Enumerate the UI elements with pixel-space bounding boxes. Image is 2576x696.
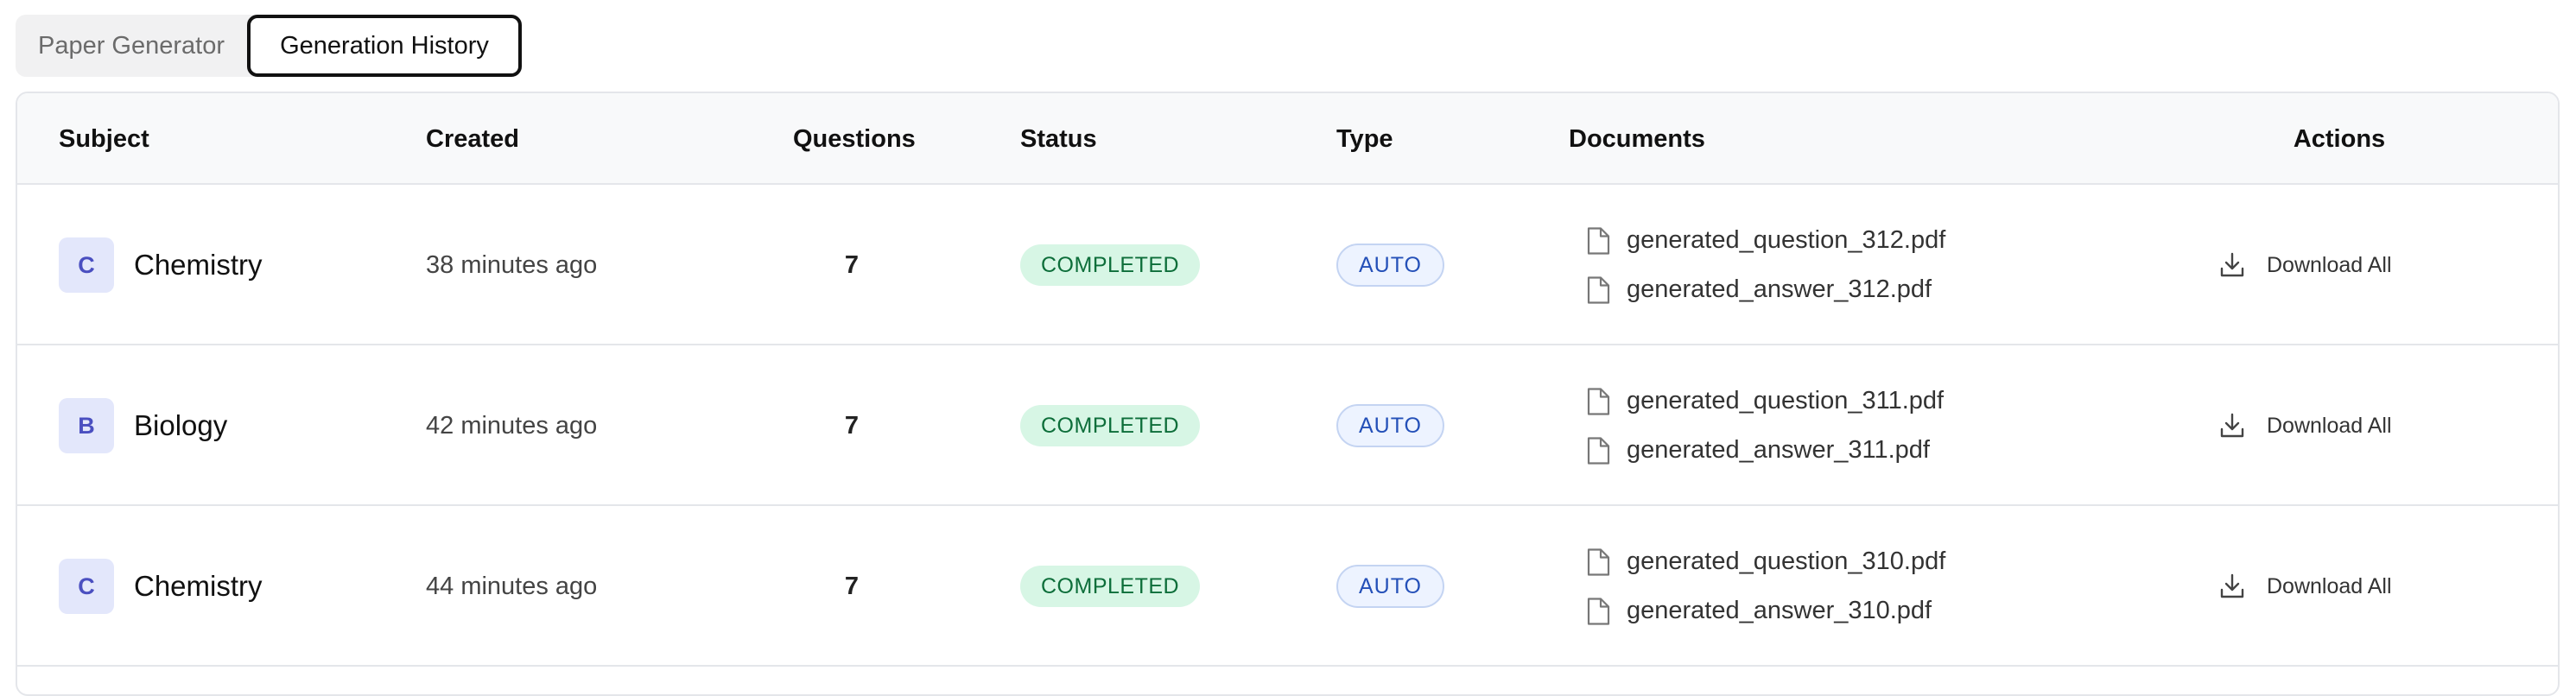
table-header: Subject Created Questions Status Type Do…	[17, 93, 2558, 185]
column-header-created: Created	[426, 124, 519, 153]
document-link[interactable]: generated_answer_310.pdf	[1586, 597, 1945, 625]
subject-cell: B Biology	[59, 345, 227, 506]
file-icon	[1586, 275, 1610, 304]
document-name: generated_answer_312.pdf	[1627, 275, 1932, 303]
subject-name: Chemistry	[134, 570, 263, 602]
type-badge: AUTO	[1336, 244, 1444, 287]
generation-history-table: Subject Created Questions Status Type Do…	[16, 92, 2560, 696]
status-cell: COMPLETED	[1020, 185, 1201, 345]
document-name: generated_answer_311.pdf	[1627, 436, 1930, 464]
documents-cell: generated_question_312.pdf generated_ans…	[1586, 185, 1945, 345]
status-cell: COMPLETED	[1020, 345, 1201, 506]
created-time: 42 minutes ago	[426, 411, 598, 440]
document-link[interactable]: generated_answer_312.pdf	[1586, 275, 1945, 304]
document-link[interactable]: generated_question_312.pdf	[1586, 226, 1945, 255]
download-all-label: Download All	[2267, 573, 2392, 598]
question-count: 7	[844, 250, 860, 279]
document-name: generated_answer_310.pdf	[1627, 597, 1932, 624]
question-count: 7	[844, 572, 860, 600]
document-name: generated_question_311.pdf	[1627, 387, 1945, 414]
type-cell: AUTO	[1336, 506, 1444, 667]
file-icon	[1586, 597, 1610, 625]
table-row: C Chemistry 44 minutes ago 7 COMPLETED A…	[17, 506, 2558, 667]
file-icon	[1586, 387, 1610, 415]
subject-name: Biology	[134, 409, 228, 441]
column-header-actions: Actions	[2293, 124, 2386, 153]
question-count: 7	[844, 411, 860, 440]
subject-name: Chemistry	[134, 249, 263, 281]
status-cell: COMPLETED	[1020, 506, 1201, 667]
actions-cell: Download All	[2218, 506, 2392, 667]
subject-cell: C Chemistry	[59, 506, 263, 667]
document-name: generated_question_312.pdf	[1627, 226, 1946, 254]
status-badge: COMPLETED	[1020, 244, 1201, 286]
subject-avatar: C	[59, 559, 114, 614]
tab-paper-generator[interactable]: Paper Generator	[16, 15, 247, 77]
table-row: B Biology 42 minutes ago 7 COMPLETED AUT…	[17, 345, 2558, 506]
view-tabs: Paper Generator Generation History	[16, 15, 522, 77]
status-badge: COMPLETED	[1020, 405, 1201, 446]
subject-avatar: C	[59, 237, 114, 293]
download-all-button[interactable]: Download All	[2218, 412, 2392, 440]
document-link[interactable]: generated_question_311.pdf	[1586, 387, 1944, 415]
type-badge: AUTO	[1336, 404, 1444, 447]
download-all-button[interactable]: Download All	[2218, 573, 2392, 600]
type-cell: AUTO	[1336, 185, 1444, 345]
subject-avatar: B	[59, 398, 114, 453]
download-all-label: Download All	[2267, 252, 2392, 277]
created-time: 44 minutes ago	[426, 572, 598, 600]
download-icon	[2218, 251, 2246, 279]
download-all-label: Download All	[2267, 413, 2392, 438]
document-name: generated_question_310.pdf	[1627, 547, 1946, 575]
column-header-documents: Documents	[1569, 124, 1705, 153]
type-badge: AUTO	[1336, 565, 1444, 608]
file-icon	[1586, 436, 1610, 465]
status-badge: COMPLETED	[1020, 566, 1201, 607]
file-icon	[1586, 226, 1610, 255]
download-icon	[2218, 412, 2246, 440]
actions-cell: Download All	[2218, 345, 2392, 506]
created-time: 38 minutes ago	[426, 250, 598, 279]
actions-cell: Download All	[2218, 185, 2392, 345]
document-link[interactable]: generated_answer_311.pdf	[1586, 436, 1944, 465]
document-link[interactable]: generated_question_310.pdf	[1586, 547, 1945, 576]
type-cell: AUTO	[1336, 345, 1444, 506]
column-header-questions: Questions	[793, 124, 916, 153]
column-header-subject: Subject	[59, 124, 149, 153]
table-row: C Chemistry 38 minutes ago 7 COMPLETED A…	[17, 185, 2558, 345]
documents-cell: generated_question_311.pdf generated_ans…	[1586, 345, 1944, 506]
download-all-button[interactable]: Download All	[2218, 251, 2392, 279]
documents-cell: generated_question_310.pdf generated_ans…	[1586, 506, 1945, 667]
column-header-type: Type	[1336, 124, 1393, 153]
column-header-status: Status	[1020, 124, 1097, 153]
tab-generation-history[interactable]: Generation History	[247, 15, 522, 77]
download-icon	[2218, 573, 2246, 600]
file-icon	[1586, 547, 1610, 576]
subject-cell: C Chemistry	[59, 185, 263, 345]
